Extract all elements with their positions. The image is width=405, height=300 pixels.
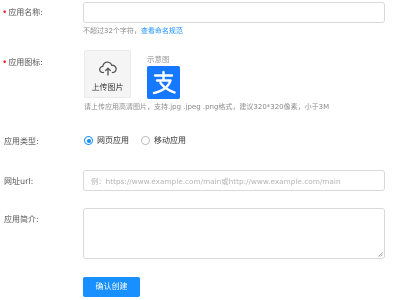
upload-text: 上传图片 — [91, 83, 124, 92]
app-icon-hint: 请上传应用高清图片，支持.jpg .jpeg .png格式，建议320*320像… — [84, 103, 330, 111]
app-name-hint: 不超过32个字符，查看命名规范 — [83, 26, 183, 36]
resize-handle-icon[interactable] — [378, 252, 383, 257]
app-icon-label-text: 应用图标: — [8, 58, 44, 67]
sample-label: 示意图 — [147, 55, 170, 64]
app-name-label-text: 应用名称: — [8, 8, 44, 17]
radio-web-app[interactable] — [84, 136, 93, 145]
app-name-label: •应用名称: — [2, 7, 43, 18]
alipay-glyph-icon — [152, 70, 176, 95]
required-mark: • — [2, 8, 8, 18]
app-name-input[interactable] — [83, 2, 385, 23]
cloud-upload-icon — [99, 61, 117, 76]
app-name-hint-text: 不超过32个字符， — [83, 27, 141, 35]
radio-mobile-app-label[interactable]: 移动应用 — [154, 135, 186, 146]
confirm-create-button[interactable]: 确认创建 — [83, 277, 140, 297]
app-type-label: 应用类型: — [4, 137, 39, 146]
intro-textarea[interactable] — [83, 208, 385, 259]
app-icon-label: •应用图标: — [2, 57, 43, 68]
required-mark: • — [2, 58, 8, 68]
url-label: 网址url: — [4, 177, 34, 186]
url-input[interactable]: 例：https://www.example.com/main或http://ww… — [83, 170, 385, 191]
url-placeholder: 例：https://www.example.com/main或http://ww… — [91, 177, 341, 186]
radio-web-app-label[interactable]: 网页应用 — [97, 135, 129, 146]
naming-rules-link[interactable]: 查看命名规范 — [141, 27, 183, 35]
intro-label: 应用简介: — [4, 215, 39, 224]
upload-image-button[interactable]: 上传图片 — [84, 50, 131, 98]
radio-mobile-app[interactable] — [141, 136, 150, 145]
alipay-icon — [147, 66, 180, 99]
